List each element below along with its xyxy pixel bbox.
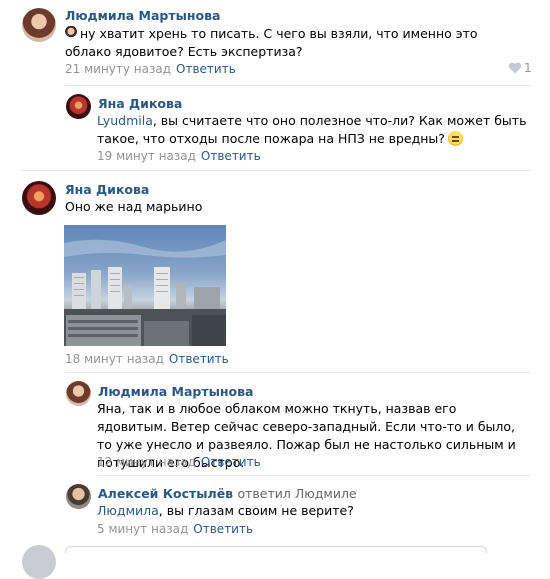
comment-input-field[interactable] bbox=[65, 546, 487, 553]
comment-meta: 18 минут назад Ответить bbox=[65, 352, 229, 366]
reply-button[interactable]: Ответить bbox=[201, 455, 261, 469]
author-name[interactable]: Людмила Мартынова bbox=[65, 8, 221, 23]
separator bbox=[97, 475, 530, 476]
thinking-face-emoji-icon bbox=[447, 131, 463, 146]
comment-text: Оно же над марьино bbox=[65, 199, 203, 214]
comment-meta: 21 минуту назад Ответить bbox=[65, 62, 236, 76]
reply-button[interactable]: Ответить bbox=[193, 522, 253, 536]
comment-text: Lyudmila, вы считаете что оно полезное ч… bbox=[97, 113, 527, 146]
city-skyline-image bbox=[64, 239, 226, 346]
author-name[interactable]: Яна Дикова bbox=[65, 182, 149, 197]
avatar[interactable] bbox=[22, 8, 56, 42]
woman-emoji-icon bbox=[65, 26, 77, 40]
timestamp[interactable]: 12 минут назад bbox=[97, 455, 196, 469]
author-name[interactable]: Яна Дикова bbox=[98, 96, 182, 111]
heart-icon[interactable] bbox=[508, 62, 522, 74]
separator bbox=[65, 372, 530, 373]
timestamp[interactable]: 19 минут назад bbox=[97, 149, 196, 163]
comment-1: Людмила Мартынова ну хватит хрень то пис… bbox=[0, 0, 550, 90]
author-name[interactable]: Алексей Костылёв ответил Людмиле bbox=[98, 486, 357, 501]
avatar[interactable] bbox=[22, 181, 56, 215]
separator bbox=[22, 170, 530, 171]
comment-text: ну хватит хрень то писать. С чего вы взя… bbox=[65, 26, 478, 59]
mention-link[interactable]: Людмила bbox=[97, 503, 159, 518]
reply-button[interactable]: Ответить bbox=[169, 352, 229, 366]
timestamp[interactable]: 18 минут назад bbox=[65, 352, 164, 366]
comment-meta: 19 минут назад Ответить bbox=[97, 149, 261, 163]
like-count[interactable]: 1 bbox=[524, 61, 532, 75]
comment-5: Алексей Костылёв ответил Людмиле Людмила… bbox=[0, 478, 550, 548]
comment-meta: 12 минут назад Ответить bbox=[97, 455, 261, 469]
replied-to-label[interactable]: ответил Людмиле bbox=[237, 486, 356, 501]
avatar[interactable] bbox=[66, 94, 91, 119]
comment-meta: 5 минут назад Ответить bbox=[97, 522, 253, 536]
attached-photo[interactable] bbox=[64, 225, 226, 346]
reply-button[interactable]: Ответить bbox=[201, 149, 261, 163]
comment-2: Яна Дикова Lyudmila, вы считаете что оно… bbox=[0, 90, 550, 170]
current-user-avatar[interactable] bbox=[22, 545, 56, 579]
timestamp[interactable]: 5 минут назад bbox=[97, 522, 188, 536]
avatar[interactable] bbox=[66, 484, 91, 509]
mention-link[interactable]: Lyudmila bbox=[97, 113, 153, 128]
reply-button[interactable]: Ответить bbox=[176, 62, 236, 76]
comment-4: Людмила Мартынова Яна, так и в любое обл… bbox=[0, 376, 550, 476]
timestamp[interactable]: 21 минуту назад bbox=[65, 62, 171, 76]
separator bbox=[65, 85, 530, 86]
avatar[interactable] bbox=[66, 381, 91, 406]
comment-text: Людмила, вы глазам своим не верите? bbox=[97, 503, 354, 518]
author-name[interactable]: Людмила Мартынова bbox=[98, 384, 254, 399]
